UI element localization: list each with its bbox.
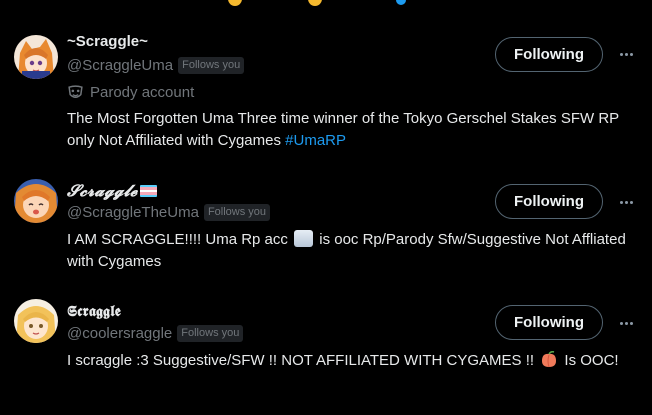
bio: I AM SCRAGGLE!!!! Uma Rp acc is ooc Rp/P…: [67, 229, 627, 273]
display-name[interactable]: 𝓢𝓬𝓻𝓪𝓰𝓰𝓵𝓮: [67, 181, 137, 201]
avatar[interactable]: [14, 179, 58, 223]
avatar[interactable]: [14, 299, 58, 343]
more-options-icon[interactable]: [616, 44, 636, 64]
hashtag-link[interactable]: #UmaRP: [285, 132, 346, 149]
handle[interactable]: @ScraggleUma: [67, 57, 173, 74]
mask-icon: [68, 85, 83, 99]
peach-emoji-icon: [542, 351, 557, 368]
bio: I scraggle :3 Suggestive/SFW !! NOT AFFI…: [67, 350, 627, 372]
display-name[interactable]: 𝕾𝖈𝖗𝖆𝖌𝖌𝖑𝖊: [67, 302, 121, 320]
bio-text: I scraggle :3 Suggestive/SFW !! NOT AFFI…: [67, 352, 539, 369]
user-cell[interactable]: 𝓢𝓬𝓻𝓪𝓰𝓰𝓵𝓮 @ScraggleTheUma Follows you Fol…: [0, 170, 652, 286]
user-cell[interactable]: ~Scraggle~ @ScraggleUma Follows you Foll…: [0, 0, 652, 170]
following-button[interactable]: Following: [495, 37, 603, 72]
parody-label: Parody account: [90, 84, 195, 101]
bio-text: I AM SCRAGGLE!!!! Uma Rp acc: [67, 231, 293, 248]
user-cell[interactable]: 𝕾𝖈𝖗𝖆𝖌𝖌𝖑𝖊 @coolersraggle Follows you Foll…: [0, 286, 652, 415]
follows-you-badge: Follows you: [177, 325, 244, 342]
more-options-icon[interactable]: [616, 313, 636, 333]
following-button[interactable]: Following: [495, 305, 603, 340]
display-name[interactable]: ~Scraggle~: [67, 33, 148, 50]
follows-you-badge: Follows you: [203, 204, 271, 221]
following-button[interactable]: Following: [495, 184, 603, 219]
handle[interactable]: @coolersraggle: [67, 325, 172, 342]
bio: The Most Forgotten Uma Three time winner…: [67, 108, 627, 152]
handle[interactable]: @ScraggleTheUma: [67, 204, 199, 221]
cloud-emoji-icon: [294, 230, 314, 247]
follows-you-badge: Follows you: [178, 57, 245, 74]
more-options-icon[interactable]: [616, 192, 636, 212]
bio-text: Is OOC!: [560, 352, 619, 369]
avatar[interactable]: [14, 35, 58, 79]
trans-flag-emoji: [140, 185, 158, 197]
